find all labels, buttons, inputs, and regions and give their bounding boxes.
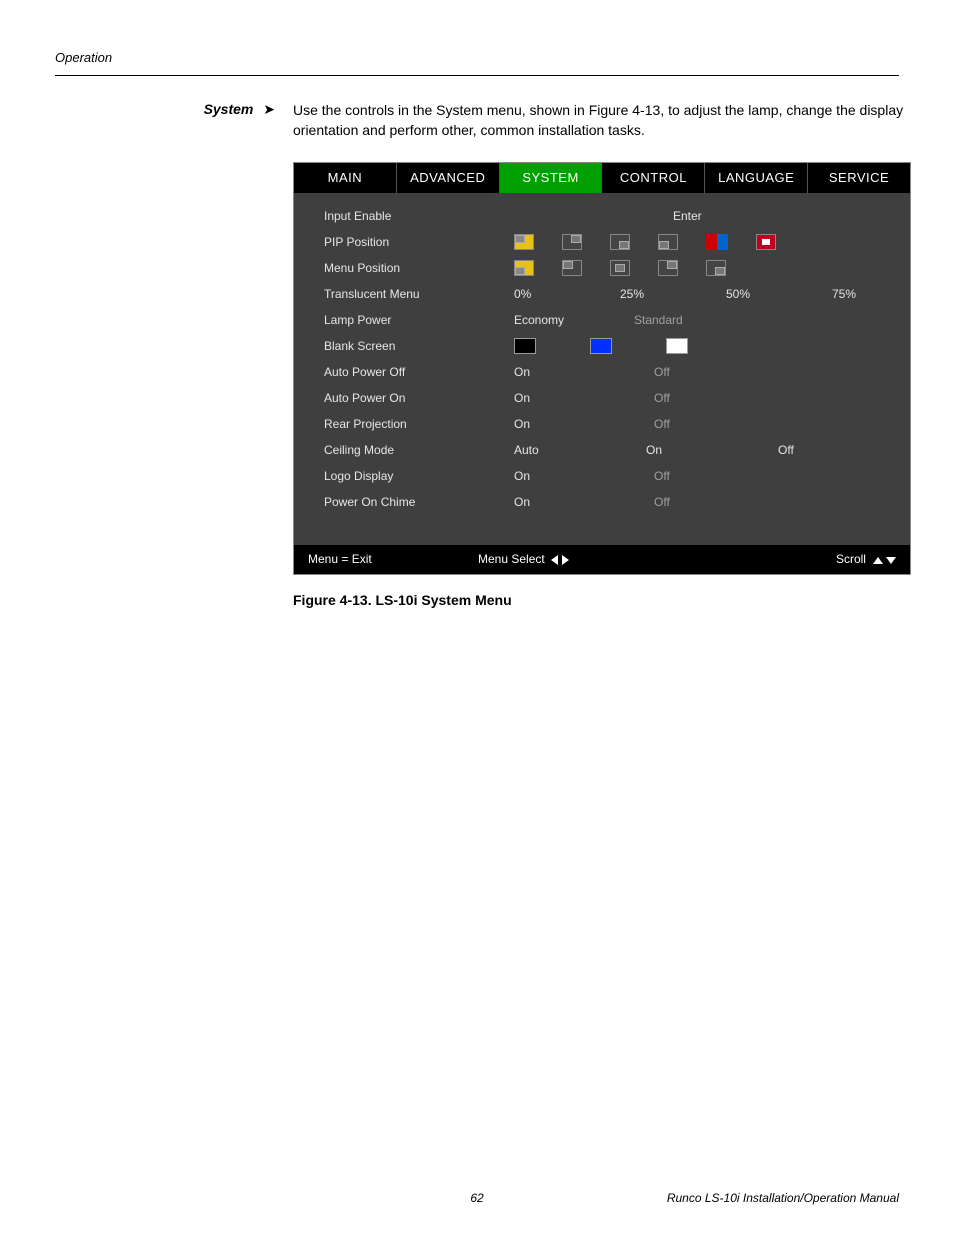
- value-input-enable[interactable]: Enter: [673, 208, 733, 225]
- menupos-tr-icon[interactable]: [658, 260, 678, 276]
- label-rear-projection: Rear Projection: [324, 416, 514, 433]
- option-on[interactable]: On: [514, 390, 574, 407]
- label-lamp-power: Lamp Power: [324, 312, 514, 329]
- label-menu-position: Menu Position: [324, 260, 514, 277]
- option-on[interactable]: On: [514, 494, 574, 511]
- option-economy[interactable]: Economy: [514, 312, 574, 329]
- menu-footer-bar: Menu = Exit Menu Select Scroll: [294, 545, 910, 574]
- triangle-left-icon: [551, 555, 558, 565]
- option-0[interactable]: 0%: [514, 286, 574, 303]
- option-on[interactable]: On: [646, 442, 706, 459]
- option-standard[interactable]: Standard: [634, 312, 694, 329]
- triangle-up-icon: [873, 557, 883, 564]
- label-logo-display: Logo Display: [324, 468, 514, 485]
- row-lamp-power: Lamp Power Economy Standard: [324, 307, 892, 333]
- option-off[interactable]: Off: [654, 416, 714, 433]
- tab-system[interactable]: SYSTEM: [500, 163, 603, 193]
- row-logo-display: Logo Display On Off: [324, 463, 892, 489]
- pip-bottom-left-icon[interactable]: [658, 234, 678, 250]
- label-translucent: Translucent Menu: [324, 286, 514, 303]
- label-auto-power-off: Auto Power Off: [324, 364, 514, 381]
- row-rear-projection: Rear Projection On Off: [324, 411, 892, 437]
- color-swatch-0030ff[interactable]: [590, 338, 612, 354]
- option-on[interactable]: On: [514, 468, 574, 485]
- tab-language[interactable]: LANGUAGE: [705, 163, 808, 193]
- triangle-down-icon: [886, 557, 896, 564]
- pip-bottom-right-icon[interactable]: [610, 234, 630, 250]
- system-menu-figure: MAINADVANCEDSYSTEMCONTROLLANGUAGESERVICE…: [293, 162, 911, 575]
- pbp-icon[interactable]: [706, 234, 728, 250]
- section-header: Operation: [55, 50, 899, 65]
- menu-tabs: MAINADVANCEDSYSTEMCONTROLLANGUAGESERVICE: [294, 163, 910, 193]
- pip-off-icon[interactable]: [756, 234, 776, 250]
- row-blank-screen: Blank Screen: [324, 333, 892, 359]
- row-auto-power-off: Auto Power Off On Off: [324, 359, 892, 385]
- color-swatch-ffffff[interactable]: [666, 338, 688, 354]
- row-menu-position: Menu Position: [324, 255, 892, 281]
- figure-caption: Figure 4-13. LS-10i System Menu: [293, 591, 911, 611]
- pip-top-left-icon[interactable]: [514, 234, 534, 250]
- label-pip-position: PIP Position: [324, 234, 514, 251]
- row-pip-position: PIP Position: [324, 229, 892, 255]
- label-input-enable: Input Enable: [324, 208, 514, 225]
- option-off[interactable]: Off: [654, 494, 714, 511]
- option-on[interactable]: On: [514, 364, 574, 381]
- row-ceiling-mode: Ceiling Mode Auto On Off: [324, 437, 892, 463]
- label-auto-power-on: Auto Power On: [324, 390, 514, 407]
- option-auto[interactable]: Auto: [514, 442, 574, 459]
- page-footer: 62 Runco LS-10i Installation/Operation M…: [55, 1191, 899, 1205]
- row-power-on-chime: Power On Chime On Off: [324, 489, 892, 515]
- menupos-br-icon[interactable]: [706, 260, 726, 276]
- option-off[interactable]: Off: [654, 468, 714, 485]
- menupos-c-icon[interactable]: [610, 260, 630, 276]
- option-off[interactable]: Off: [654, 390, 714, 407]
- manual-title: Runco LS-10i Installation/Operation Manu…: [618, 1191, 899, 1205]
- row-auto-power-on: Auto Power On On Off: [324, 385, 892, 411]
- tab-main[interactable]: MAIN: [294, 163, 397, 193]
- intro-text: Use the controls in the System menu, sho…: [293, 101, 911, 140]
- triangle-right-icon: [562, 555, 569, 565]
- color-swatch-000000[interactable]: [514, 338, 536, 354]
- system-label: System: [204, 101, 254, 117]
- label-ceiling-mode: Ceiling Mode: [324, 442, 514, 459]
- option-50[interactable]: 50%: [726, 286, 786, 303]
- label-power-on-chime: Power On Chime: [324, 494, 514, 511]
- option-25[interactable]: 25%: [620, 286, 680, 303]
- row-input-enable: Input Enable Enter: [324, 203, 892, 229]
- divider: [55, 75, 899, 76]
- tab-advanced[interactable]: ADVANCED: [397, 163, 500, 193]
- label-blank-screen: Blank Screen: [324, 338, 514, 355]
- footer-select: Menu Select: [478, 552, 545, 566]
- option-75[interactable]: 75%: [832, 286, 892, 303]
- footer-exit: Menu = Exit: [308, 551, 478, 568]
- option-off[interactable]: Off: [654, 364, 714, 381]
- tab-control[interactable]: CONTROL: [602, 163, 705, 193]
- row-translucent: Translucent Menu 0% 25% 50% 75%: [324, 281, 892, 307]
- option-on[interactable]: On: [514, 416, 574, 433]
- option-off[interactable]: Off: [778, 442, 838, 459]
- menu-body: Input Enable Enter PIP Position: [294, 193, 910, 545]
- arrow-right-icon: ➤: [263, 101, 275, 117]
- menupos-tl-icon[interactable]: [562, 260, 582, 276]
- pip-top-right-icon[interactable]: [562, 234, 582, 250]
- tab-service[interactable]: SERVICE: [808, 163, 910, 193]
- sidebar-label: System ➤: [55, 101, 275, 611]
- menupos-bl-icon[interactable]: [514, 260, 534, 276]
- footer-scroll: Scroll: [836, 552, 866, 566]
- page-number: 62: [336, 1191, 617, 1205]
